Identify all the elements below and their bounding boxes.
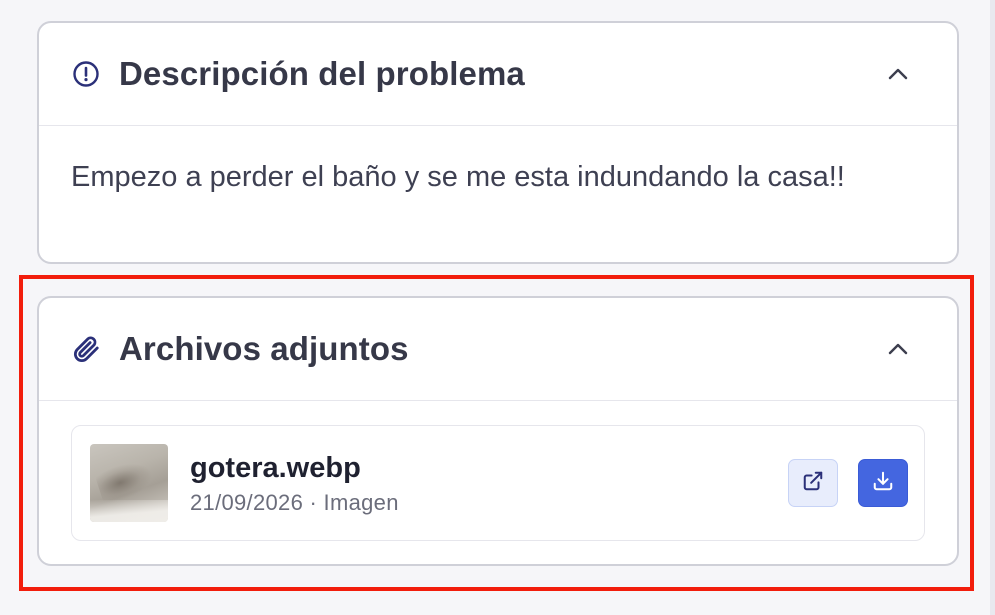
external-link-icon <box>802 470 824 497</box>
problem-description-text: Empezo a perder el baño y se me esta ind… <box>71 161 845 193</box>
image-thumbnail[interactable] <box>90 444 168 522</box>
chevron-up-icon[interactable] <box>883 334 913 364</box>
chevron-up-icon[interactable] <box>883 59 913 89</box>
description-card-header[interactable]: Descripción del problema <box>39 23 957 126</box>
paperclip-icon <box>71 334 101 364</box>
description-card: Descripción del problema Empezo a perder… <box>37 21 959 264</box>
scrollbar-track[interactable] <box>990 0 995 615</box>
page: Descripción del problema Empezo a perder… <box>0 0 995 615</box>
open-attachment-button[interactable] <box>788 459 838 507</box>
attachment-file-meta: 21/09/2026 · Imagen <box>190 490 399 515</box>
attachments-list: gotera.webp 21/09/2026 · Imagen <box>39 401 957 541</box>
download-attachment-button[interactable] <box>858 459 908 507</box>
attachment-item: gotera.webp 21/09/2026 · Imagen <box>71 425 925 541</box>
attachment-info: gotera.webp 21/09/2026 · Imagen <box>190 450 788 516</box>
attachments-card-title: Archivos adjuntos <box>119 330 409 367</box>
attachment-file-name: gotera.webp <box>190 452 361 484</box>
attachments-card: Archivos adjuntos gotera.webp 21/09/2026… <box>37 296 959 566</box>
description-card-title: Descripción del problema <box>119 55 525 92</box>
alert-circle-icon <box>71 59 101 89</box>
download-icon <box>872 470 894 497</box>
attachments-card-header[interactable]: Archivos adjuntos <box>39 298 957 401</box>
